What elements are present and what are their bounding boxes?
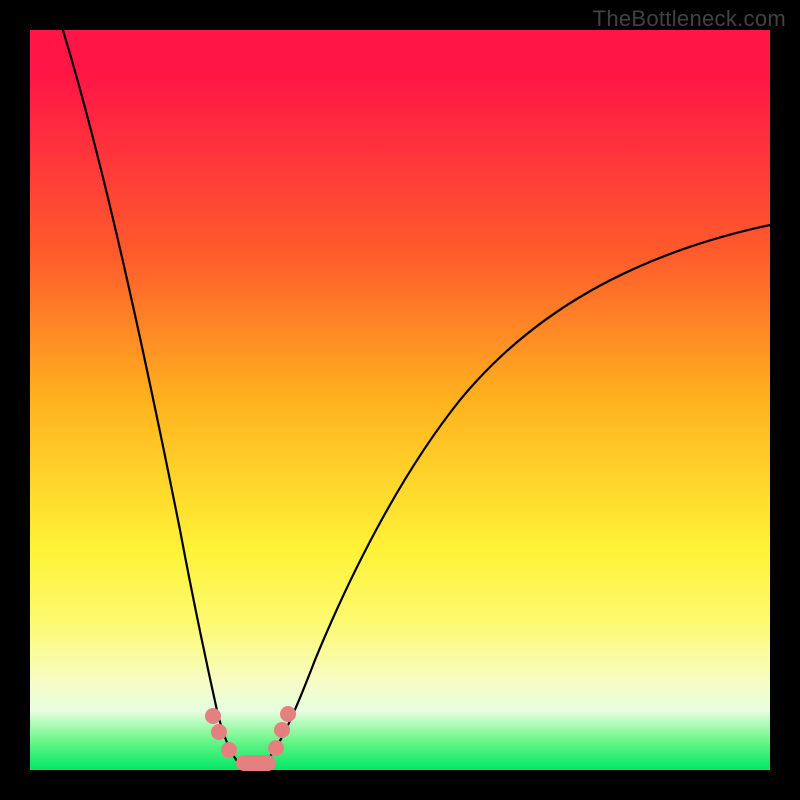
- left-marker-lower-dot: [211, 724, 227, 740]
- chart-frame: TheBottleneck.com: [0, 0, 800, 800]
- right-curve: [262, 225, 770, 766]
- right-marker-upper-dot: [280, 706, 296, 722]
- left-marker-upper-dot: [205, 708, 221, 724]
- right-marker-lower-dot: [274, 722, 290, 738]
- floor-markers-pill: [236, 755, 276, 771]
- chart-svg: [30, 30, 770, 770]
- watermark-text: TheBottleneck.com: [593, 6, 786, 32]
- left-marker-corner-dot: [221, 742, 237, 758]
- right-marker-corner-dot: [268, 740, 284, 756]
- left-curve: [61, 24, 242, 766]
- chart-plot-area: [30, 30, 770, 770]
